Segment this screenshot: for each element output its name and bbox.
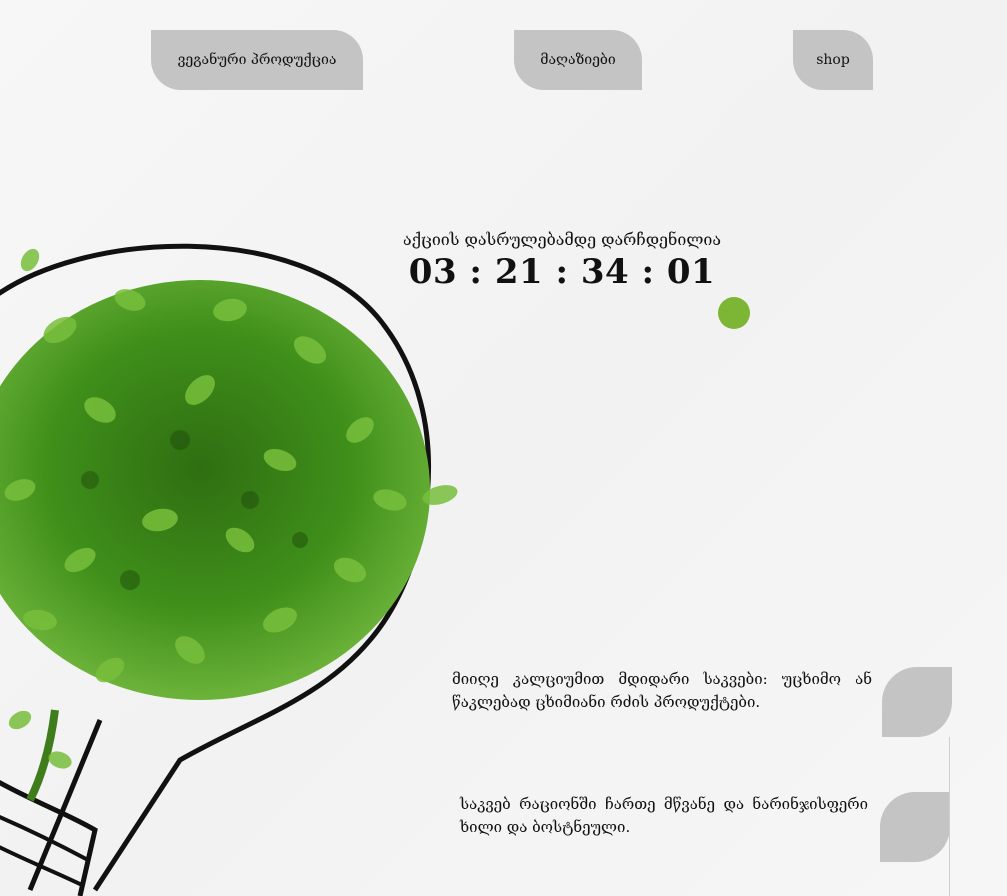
promo-text-calcium: მიიღე კალციუმით მდიდარი საკვები: უცხიმო … bbox=[452, 670, 872, 711]
promo-text-fruits: საკვებ რაციონში ჩართე მწვანე და ნარინჯის… bbox=[460, 795, 868, 836]
lightbulb-plant-icon bbox=[0, 243, 458, 896]
nav-tab-vegan-products[interactable]: ვეგანური პროდუქცია bbox=[151, 30, 363, 90]
green-dot-icon bbox=[718, 297, 750, 329]
promo-leaf-shape bbox=[880, 792, 950, 862]
nav-tab-label: ვეგანური პროდუქცია bbox=[177, 52, 337, 68]
divider-line bbox=[949, 737, 950, 896]
nav-tab-shop[interactable]: shop bbox=[793, 30, 873, 90]
nav-tab-label: მაღაზიები bbox=[540, 52, 616, 68]
nav-tab-label: shop bbox=[816, 52, 850, 68]
nav-tab-stores[interactable]: მაღაზიები bbox=[514, 30, 642, 90]
page: ვეგანური პროდუქცია მაღაზიები shop აქციის… bbox=[0, 0, 1007, 896]
promo-leaf-shape bbox=[882, 667, 952, 737]
